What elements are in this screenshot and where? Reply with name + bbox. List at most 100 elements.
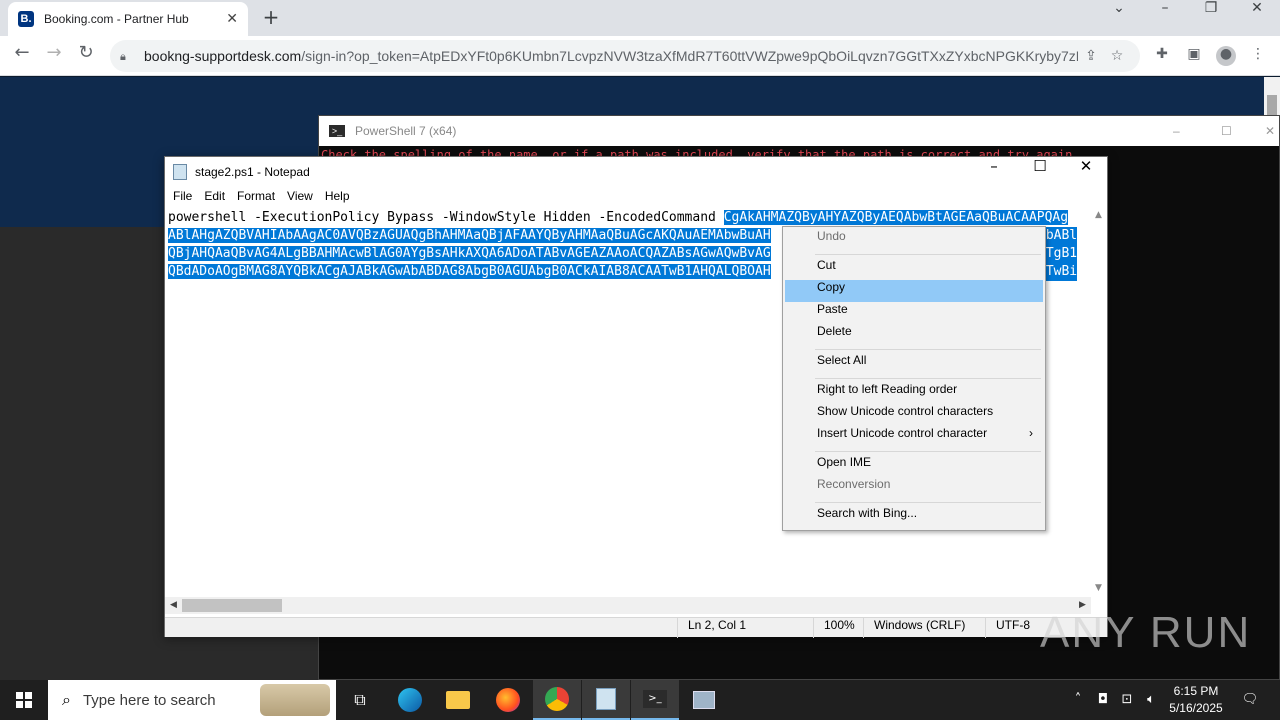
tab-close-icon[interactable]: ✕ <box>226 11 238 27</box>
ctx-search-bing[interactable]: Search with Bing... <box>785 506 1043 528</box>
clock-time: 6:15 PM <box>1173 684 1219 698</box>
share-icon[interactable]: ⇪ <box>1078 48 1104 64</box>
firefox-icon[interactable] <box>484 680 532 720</box>
url-path: /sign-in?op_token=AtpEDxYFt0p6KUmbn7Lcvp… <box>301 48 1078 64</box>
taskbar: ⌕ Type here to search ⧉ >_ ˄ ◘ ⊡ 🔈︎ 6:15… <box>0 680 1280 720</box>
text-selected: ABlAHgAZQBVAHIAbAAgAC0AVQBzAGUAQgBhAHMAa… <box>168 228 771 243</box>
ctx-separator <box>785 375 1043 382</box>
notepad-icon <box>173 164 187 180</box>
ctx-copy[interactable]: Copy <box>785 280 1043 302</box>
notifications-icon[interactable]: 🗨︎ <box>1236 680 1264 720</box>
notepad-vertical-scrollbar[interactable]: ▲ ▼ <box>1090 207 1107 597</box>
url-text[interactable]: bookng-supportdesk.com/sign-in?op_token=… <box>144 48 1078 64</box>
close-window-button[interactable]: ✕ <box>1234 0 1280 30</box>
volume-icon[interactable]: 🔈︎ <box>1140 680 1162 720</box>
ctx-separator <box>785 346 1043 353</box>
rdp-icon[interactable] <box>680 680 728 720</box>
powershell-taskbar-icon[interactable]: >_ <box>631 680 679 720</box>
menu-help[interactable]: Help <box>319 187 356 207</box>
network-icon[interactable]: ⊡ <box>1116 680 1138 720</box>
clock-date: 5/16/2025 <box>1169 701 1223 715</box>
edge-icon[interactable] <box>386 680 434 720</box>
text-selected: CgAkAHMAZQByAHYAZQByAEQAbwBtAGEAaQBuACAA… <box>723 210 1069 225</box>
notepad-horizontal-scrollbar[interactable]: ◀ ▶ <box>165 597 1091 614</box>
lock-icon[interactable]: 🔒︎ <box>120 50 132 63</box>
menu-file[interactable]: File <box>167 187 198 207</box>
booking-favicon: B. <box>18 11 34 27</box>
ctx-insert-unicode[interactable]: Insert Unicode control character › <box>785 426 1043 448</box>
minimize-button[interactable]: – <box>1142 0 1188 30</box>
profile-avatar-icon[interactable]: ● <box>1216 46 1236 66</box>
submenu-arrow-icon: › <box>1029 426 1033 440</box>
powershell-icon: >_ <box>329 125 345 137</box>
system-clock[interactable]: 6:15 PM 5/16/2025 <box>1160 683 1232 717</box>
page-scrollbar-thumb[interactable] <box>1267 95 1277 117</box>
pwsh-maximize-icon[interactable]: ☐ <box>1221 116 1232 146</box>
powershell-titlebar[interactable]: >_ PowerShell 7 (x64) – ☐ ✕ <box>319 116 1279 146</box>
scroll-left-icon[interactable]: ◀ <box>165 597 182 614</box>
search-highlight-image <box>260 684 330 716</box>
text-selected: QBjAHQAaQBvAG4ALgBBAHMAcwBlAG0AYgBsAHkAX… <box>168 246 771 261</box>
bookmark-star-icon[interactable]: ☆ <box>1104 48 1130 64</box>
menu-view[interactable]: View <box>281 187 319 207</box>
menu-kebab-icon[interactable]: ⋮ <box>1248 46 1268 66</box>
status-zoom: 100% <box>813 618 863 638</box>
taskbar-search[interactable]: ⌕ Type here to search <box>48 680 336 720</box>
pwsh-close-icon[interactable]: ✕ <box>1265 116 1275 146</box>
address-bar[interactable]: 🔒︎ bookng-supportdesk.com/sign-in?op_tok… <box>110 40 1140 72</box>
browser-tabstrip: B. Booking.com - Partner Hub ✕ + ⌄ – ❐ ✕ <box>0 0 1280 36</box>
text-line: powershell -ExecutionPolicy Bypass -Wind… <box>168 209 1088 227</box>
start-button[interactable] <box>0 680 48 720</box>
scroll-down-icon[interactable]: ▼ <box>1090 580 1107 597</box>
ctx-delete[interactable]: Delete <box>785 324 1043 346</box>
notepad-maximize-button[interactable]: ☐ <box>1017 157 1063 187</box>
browser-toolbar: ← → ↻ 🔒︎ bookng-supportdesk.com/sign-in?… <box>0 36 1280 76</box>
ctx-separator <box>785 499 1043 506</box>
ctx-reconversion[interactable]: Reconversion <box>785 477 1043 499</box>
extensions-icon[interactable]: ✚ <box>1152 46 1172 66</box>
task-view-icon[interactable]: ⧉ <box>336 680 384 720</box>
tab-search-icon[interactable]: ⌄ <box>1096 0 1142 30</box>
text-plain: powershell -ExecutionPolicy Bypass -Wind… <box>168 210 724 225</box>
back-icon[interactable]: ← <box>8 42 36 70</box>
ctx-open-ime[interactable]: Open IME <box>785 455 1043 477</box>
status-position: Ln 2, Col 1 <box>677 618 813 638</box>
browser-tab[interactable]: B. Booking.com - Partner Hub ✕ <box>8 2 248 36</box>
side-panel-icon[interactable]: ▣ <box>1184 46 1204 66</box>
windows-logo-icon <box>16 692 32 708</box>
show-hidden-icons-icon[interactable]: ˄ <box>1068 680 1088 720</box>
context-menu: Undo Cut Copy Paste Delete Select All Ri… <box>782 226 1046 531</box>
scroll-up-icon[interactable]: ▲ <box>1090 207 1107 224</box>
ctx-rtl-reading-order[interactable]: Right to left Reading order <box>785 382 1043 404</box>
taskbar-search-placeholder: Type here to search <box>82 691 216 709</box>
ctx-insert-unicode-label: Insert Unicode control character <box>817 426 988 440</box>
ctx-paste[interactable]: Paste <box>785 302 1043 324</box>
notepad-title: stage2.ps1 - Notepad <box>195 165 310 179</box>
powershell-title: PowerShell 7 (x64) <box>355 124 457 138</box>
ctx-separator <box>785 448 1043 455</box>
notepad-taskbar-icon[interactable] <box>582 680 630 720</box>
forward-icon[interactable]: → <box>40 42 68 70</box>
notepad-minimize-button[interactable]: – <box>971 157 1017 187</box>
chrome-icon[interactable] <box>533 680 581 720</box>
notepad-close-button[interactable]: ✕ <box>1063 157 1109 187</box>
notepad-statusbar: Ln 2, Col 1 100% Windows (CRLF) UTF-8 <box>165 617 1107 638</box>
ctx-undo[interactable]: Undo <box>785 229 1043 251</box>
pwsh-minimize-icon[interactable]: – <box>1173 116 1180 146</box>
horizontal-scrollbar-thumb[interactable] <box>182 599 282 612</box>
menu-format[interactable]: Format <box>231 187 281 207</box>
ctx-select-all[interactable]: Select All <box>785 353 1043 375</box>
file-explorer-icon[interactable] <box>434 680 482 720</box>
text-selected: QBdADoAOgBMAG8AYQBkACgAJABkAGwAbABDAG8Ab… <box>168 264 771 279</box>
search-icon: ⌕ <box>62 690 71 709</box>
menu-edit[interactable]: Edit <box>198 187 231 207</box>
restore-button[interactable]: ❐ <box>1188 0 1234 30</box>
ctx-show-unicode[interactable]: Show Unicode control characters <box>785 404 1043 426</box>
reload-icon[interactable]: ↻ <box>72 42 100 70</box>
anyrun-watermark: ANY RUN <box>1040 608 1252 657</box>
notepad-titlebar[interactable]: stage2.ps1 - Notepad <box>165 157 1107 187</box>
ctx-cut[interactable]: Cut <box>785 258 1043 280</box>
meet-now-icon[interactable]: ◘ <box>1092 680 1114 720</box>
new-tab-button[interactable]: + <box>258 4 284 30</box>
status-line-endings: Windows (CRLF) <box>863 618 985 638</box>
